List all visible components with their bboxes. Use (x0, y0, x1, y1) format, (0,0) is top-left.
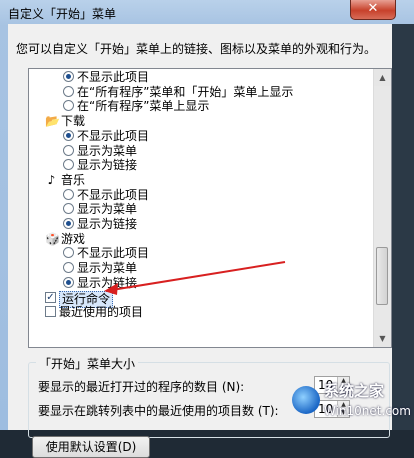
watermark-logo-icon (292, 386, 320, 414)
watermark: 系统之家 Win10net.com (288, 378, 414, 430)
red-annotation-arrow (104, 261, 286, 295)
watermark-url: Win10net.com (324, 404, 411, 418)
customize-start-menu-window: 自定义「开始」菜单 ✕ 您可以自定义「开始」菜单上的链接、图标以及菜单的外观和行… (0, 0, 414, 458)
watermark-title: 系统之家 (324, 382, 385, 400)
use-defaults-button[interactable]: 使用默认设置(D) (32, 436, 150, 458)
